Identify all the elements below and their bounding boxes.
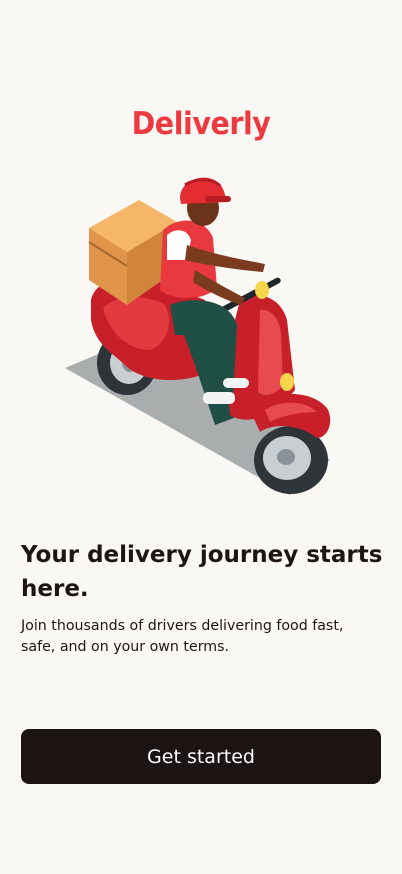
- scooter-delivery-illustration: [65, 177, 331, 495]
- brand-logo: Deliverly: [131, 106, 271, 142]
- get-started-button[interactable]: Get started: [21, 729, 381, 784]
- onboarding-headline: Your delivery journey starts here.: [21, 542, 383, 602]
- onboarding-subtext: Join thousands of drivers delivering foo…: [21, 618, 344, 655]
